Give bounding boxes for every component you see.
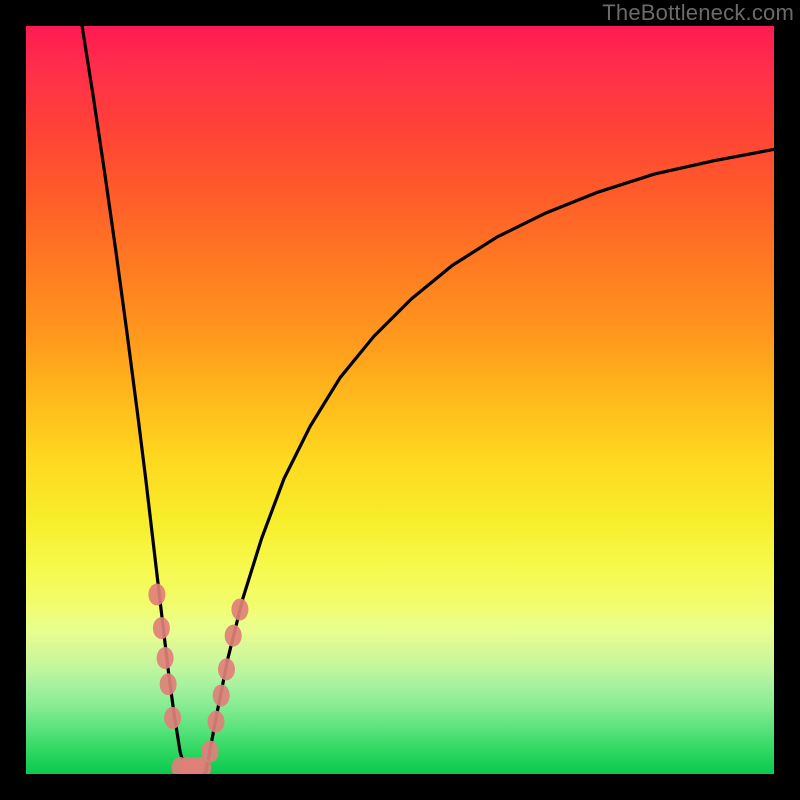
data-marker xyxy=(213,684,230,706)
data-marker xyxy=(202,741,219,763)
curve-right-branch xyxy=(206,149,774,774)
data-marker xyxy=(148,583,165,605)
marker-group xyxy=(148,583,248,774)
data-marker xyxy=(160,673,177,695)
chart-svg xyxy=(26,26,774,774)
data-marker xyxy=(164,707,181,729)
data-marker xyxy=(231,598,248,620)
data-marker xyxy=(218,658,235,680)
plot-area xyxy=(26,26,774,774)
watermark-text: TheBottleneck.com xyxy=(602,0,794,26)
outer-black-frame: TheBottleneck.com xyxy=(0,0,800,800)
data-marker xyxy=(207,711,224,733)
data-marker xyxy=(153,617,170,639)
data-marker xyxy=(157,647,174,669)
data-marker xyxy=(225,625,242,647)
